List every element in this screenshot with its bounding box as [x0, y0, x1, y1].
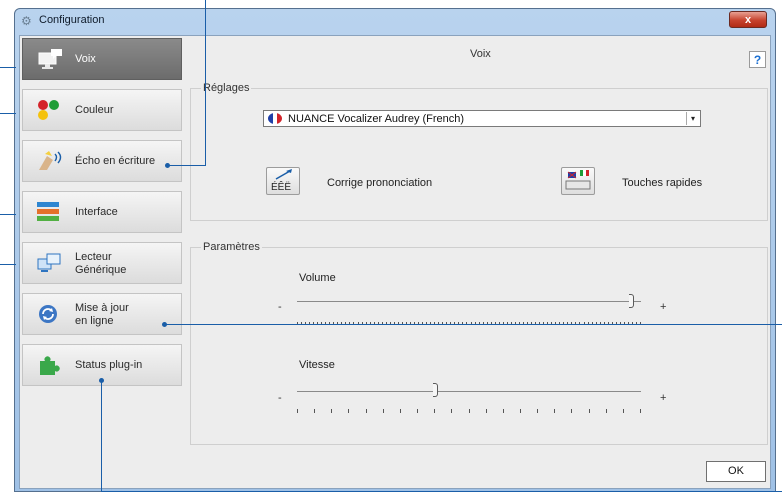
volume-max-label: + — [660, 301, 667, 313]
volume-slider[interactable] — [297, 294, 641, 325]
typing-echo-icon — [37, 150, 62, 172]
interface-bars-icon — [37, 201, 61, 223]
callout-line — [0, 113, 16, 114]
title-bar[interactable]: ⚙ Configuration x — [15, 9, 775, 33]
speed-min-label: - — [278, 392, 282, 404]
settings-group: Réglages NUANCE Vocalizer Audrey (French… — [190, 82, 768, 221]
speed-thumb[interactable] — [432, 383, 438, 397]
speed-label: Vitesse — [299, 359, 335, 371]
volume-label: Volume — [299, 272, 336, 284]
color-dots-icon — [37, 99, 61, 121]
callout-line — [101, 380, 102, 492]
sidebar-item-label: Écho en écriture — [75, 155, 156, 167]
help-button[interactable]: ? — [749, 51, 766, 68]
generic-reader-icon — [37, 252, 61, 274]
quick-keys-label: Touches rapides — [622, 177, 703, 189]
settings-legend: Réglages — [201, 82, 252, 94]
volume-min-label: - — [278, 301, 282, 313]
french-flag-icon — [268, 113, 282, 124]
correct-pronunciation-label: Corrige prononciation — [327, 177, 433, 189]
speed-max-label: + — [660, 392, 667, 404]
ok-button[interactable]: OK — [706, 461, 766, 482]
update-refresh-icon — [37, 303, 61, 325]
svg-text:ÉÊË: ÉÊË — [271, 180, 291, 193]
callout-dot — [99, 378, 104, 383]
callout-line — [101, 491, 782, 492]
speed-ticks — [297, 400, 641, 413]
configuration-window: ⚙ Configuration x Voix Couleur Écho en é… — [14, 8, 776, 492]
chevron-down-icon[interactable]: ▾ — [686, 112, 699, 125]
sidebar-item-label: Couleur — [75, 104, 114, 116]
monitor-speech-icon — [37, 48, 62, 70]
correct-pronunciation-button[interactable]: ÉÊË — [266, 167, 300, 195]
voice-select[interactable]: NUANCE Vocalizer Audrey (French) ▾ — [263, 110, 701, 127]
speed-track — [297, 391, 641, 392]
callout-line — [205, 0, 206, 165]
volume-track — [297, 301, 641, 302]
callout-line — [0, 264, 16, 265]
parameters-legend: Paramètres — [201, 241, 262, 253]
voice-select-value: NUANCE Vocalizer Audrey (French) — [288, 113, 465, 125]
quick-keys-button[interactable] — [561, 167, 595, 195]
window-title: Configuration — [39, 14, 105, 26]
sidebar-item-label: Status plug-in — [75, 359, 143, 371]
callout-dot — [165, 163, 170, 168]
close-button[interactable]: x — [729, 11, 767, 28]
puzzle-plugin-icon — [37, 354, 61, 376]
parameters-group: Paramètres Volume - + Vitesse - + — [190, 241, 768, 445]
sidebar-item-couleur[interactable]: Couleur — [22, 89, 182, 131]
pronunciation-icon: ÉÊË — [271, 169, 292, 193]
volume-thumb[interactable] — [629, 294, 635, 308]
sidebar-item-interface[interactable]: Interface — [22, 191, 182, 233]
sidebar-item-label: Voix — [75, 53, 96, 65]
sidebar-item-label: Interface — [75, 206, 118, 218]
callout-line — [0, 214, 16, 215]
callout-line — [0, 67, 16, 68]
sidebar-item-label: Lecteur Générique — [75, 251, 127, 276]
volume-ticks — [297, 313, 641, 325]
sidebar-item-echo[interactable]: Écho en écriture — [22, 140, 182, 182]
callout-line — [168, 165, 206, 166]
keyboard-flags-icon — [565, 170, 591, 190]
app-gear-icon: ⚙ — [21, 14, 32, 28]
sidebar-item-mise-a-jour[interactable]: Mise à jour en ligne — [22, 293, 182, 335]
speed-slider[interactable] — [297, 380, 641, 413]
callout-line — [165, 324, 782, 325]
sidebar-item-voix[interactable]: Voix — [22, 38, 182, 80]
callout-dot — [162, 322, 167, 327]
dialog-client-area: Voix Couleur Écho en écriture Interface — [19, 35, 771, 489]
sidebar-item-label: Mise à jour en ligne — [75, 302, 129, 327]
page-title: Voix — [470, 48, 491, 60]
sidebar-item-lecteur-generique[interactable]: Lecteur Générique — [22, 242, 182, 284]
